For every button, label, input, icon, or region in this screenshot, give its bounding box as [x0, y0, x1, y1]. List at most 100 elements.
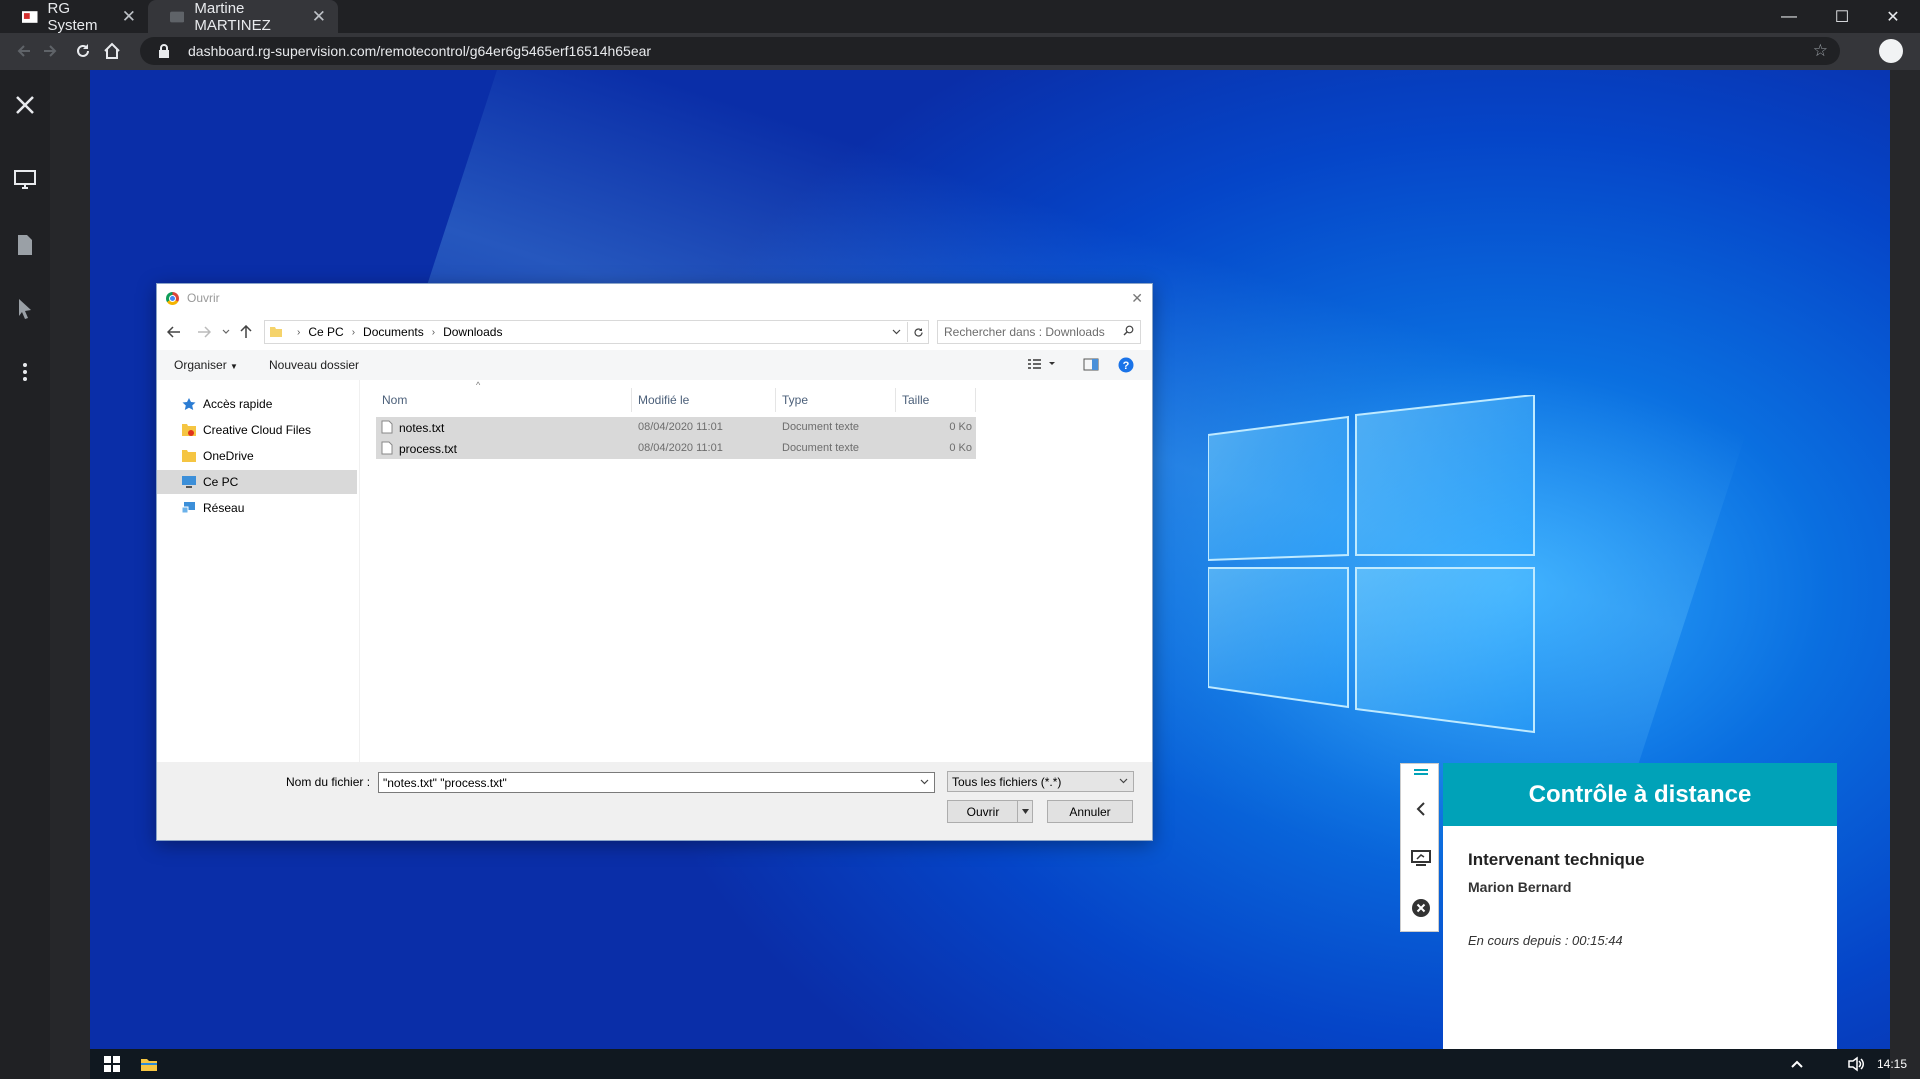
window-close-icon[interactable]: ✕	[1866, 0, 1920, 33]
remote-control-panel: Contrôle à distance Intervenant techniqu…	[1443, 763, 1837, 1049]
lock-icon	[152, 44, 176, 58]
tab-martine-martinez[interactable]: Martine MARTINEZ ✕	[148, 0, 338, 34]
remote-panel-sidebar	[1400, 763, 1439, 932]
network-icon	[181, 502, 195, 514]
address-bar[interactable]: dashboard.rg-supervision.com/remotecontr…	[140, 37, 1840, 65]
nav-item-ce-pc[interactable]: Ce PC	[157, 470, 357, 494]
address-path-box[interactable]: › Ce PC › Documents › Downloads	[264, 320, 929, 344]
organize-label: Organiser	[174, 358, 227, 372]
chevron-down-icon: ▼	[230, 362, 238, 371]
nav-item-label: Réseau	[203, 501, 245, 515]
file-row[interactable]: notes.txt 08/04/2020 11:01 Document text…	[376, 417, 976, 438]
tab-close-icon[interactable]: ✕	[122, 7, 136, 27]
search-input[interactable]: Rechercher dans : Downloads	[937, 320, 1141, 344]
breadcrumb: › Ce PC › Documents › Downloads	[297, 325, 503, 339]
show-hidden-icons-icon[interactable]	[1790, 1049, 1804, 1079]
back-arrow-icon[interactable]	[167, 321, 181, 343]
breadcrumb-ce-pc[interactable]: Ce PC	[308, 325, 343, 339]
chevron-down-icon[interactable]	[920, 777, 929, 788]
session-duration: En cours depuis : 00:15:44	[1468, 933, 1623, 948]
organize-button[interactable]: Organiser ▼	[174, 358, 238, 372]
more-options-icon[interactable]	[0, 357, 50, 387]
open-options-dropdown-icon[interactable]	[1017, 801, 1032, 822]
bookmark-star-icon[interactable]: ☆	[1813, 41, 1828, 61]
browser-tab-bar: RG System ✕ Martine MARTINEZ ✕ — ☐ ✕	[0, 0, 1920, 34]
column-header-name[interactable]: Nom	[376, 388, 632, 412]
close-session-icon[interactable]	[0, 90, 50, 120]
folder-icon	[270, 327, 282, 337]
dialog-close-icon[interactable]: ✕	[1131, 290, 1143, 307]
file-explorer-icon[interactable]	[140, 1049, 158, 1079]
column-header-type[interactable]: Type	[776, 388, 896, 412]
remote-left-toolbar	[0, 70, 50, 1079]
screen-share-icon[interactable]	[1401, 850, 1440, 866]
viewer-right-strip	[1890, 70, 1920, 1079]
volume-icon[interactable]	[1847, 1049, 1865, 1079]
start-icon[interactable]	[104, 1049, 120, 1079]
file-icon[interactable]	[0, 230, 50, 260]
screen-icon[interactable]	[0, 165, 50, 195]
nav-item-onedrive[interactable]: OneDrive	[157, 444, 357, 468]
breadcrumb-downloads[interactable]: Downloads	[443, 325, 502, 339]
command-bar: Organiser ▼ Nouveau dossier ?	[157, 350, 1152, 380]
file-type-filter-select[interactable]: Tous les fichiers (*.*)	[947, 771, 1134, 792]
reload-icon[interactable]	[71, 39, 95, 63]
column-header-modified[interactable]: Modifié le	[632, 388, 776, 412]
browser-toolbar: dashboard.rg-supervision.com/remotecontr…	[0, 33, 1920, 70]
open-button-label: Ouvrir	[966, 804, 1000, 819]
search-placeholder: Rechercher dans : Downloads	[944, 325, 1105, 339]
up-arrow-icon[interactable]	[240, 321, 252, 343]
nav-item-reseau[interactable]: Réseau	[157, 496, 357, 520]
file-name: notes.txt	[399, 421, 445, 435]
dialog-bottom-bar: Nom du fichier : "notes.txt" "process.tx…	[157, 762, 1152, 840]
file-modified: 08/04/2020 11:01	[638, 421, 723, 433]
nav-item-acces-rapide[interactable]: Accès rapide	[157, 392, 357, 416]
help-icon[interactable]: ?	[1118, 357, 1134, 376]
pointer-icon[interactable]	[0, 294, 50, 324]
chevron-left-icon[interactable]	[1401, 802, 1440, 816]
file-size: 0 Ko	[949, 442, 972, 454]
rg-favicon-icon	[22, 10, 38, 23]
taskbar-clock[interactable]: 14:15	[1877, 1049, 1907, 1079]
tab-label: Martine MARTINEZ	[194, 0, 271, 34]
computer-icon	[182, 476, 196, 488]
new-folder-button[interactable]: Nouveau dossier	[269, 358, 359, 372]
url-text: dashboard.rg-supervision.com/remotecontr…	[188, 43, 652, 59]
filename-label: Nom du fichier :	[286, 775, 371, 789]
back-icon[interactable]	[12, 39, 36, 63]
stop-session-icon[interactable]	[1401, 898, 1440, 918]
home-icon[interactable]	[100, 39, 124, 63]
creative-cloud-folder-icon	[182, 424, 196, 436]
forward-icon[interactable]	[38, 39, 62, 63]
refresh-icon[interactable]	[907, 322, 928, 342]
windows-logo-icon	[1208, 395, 1535, 734]
minimize-icon[interactable]: —	[1762, 0, 1816, 33]
breadcrumb-documents[interactable]: Documents	[363, 325, 424, 339]
nav-item-label: Accès rapide	[203, 397, 273, 411]
open-button[interactable]: Ouvrir	[947, 800, 1033, 823]
file-row[interactable]: process.txt 08/04/2020 11:01 Document te…	[376, 438, 976, 459]
tab-close-icon[interactable]: ✕	[312, 7, 326, 27]
recent-locations-icon[interactable]	[222, 321, 230, 343]
menu-icon[interactable]	[1401, 768, 1440, 778]
preview-pane-icon[interactable]	[1083, 358, 1099, 374]
path-dropdown-icon[interactable]	[892, 327, 901, 338]
text-file-icon	[381, 420, 393, 434]
cancel-button[interactable]: Annuler	[1047, 800, 1133, 823]
file-type: Document texte	[782, 421, 860, 433]
star-icon	[182, 398, 196, 410]
tab-rg-system[interactable]: RG System ✕	[0, 0, 148, 34]
profile-avatar[interactable]	[1879, 39, 1903, 63]
dialog-title: Ouvrir	[187, 291, 220, 305]
view-options-icon[interactable]	[1027, 357, 1057, 374]
filename-value: "notes.txt" "process.txt"	[383, 775, 507, 790]
panel-title: Contrôle à distance	[1443, 763, 1837, 826]
column-header-size[interactable]: Taille	[896, 388, 976, 412]
filename-input[interactable]: "notes.txt" "process.txt"	[378, 772, 935, 793]
file-type: Document texte	[782, 442, 860, 454]
tab-label: RG System	[47, 0, 98, 34]
forward-arrow-icon[interactable]	[197, 321, 211, 343]
nav-item-creative-cloud[interactable]: Creative Cloud Files	[157, 418, 357, 442]
folder-icon	[182, 450, 196, 462]
maximize-icon[interactable]: ☐	[1815, 0, 1869, 33]
